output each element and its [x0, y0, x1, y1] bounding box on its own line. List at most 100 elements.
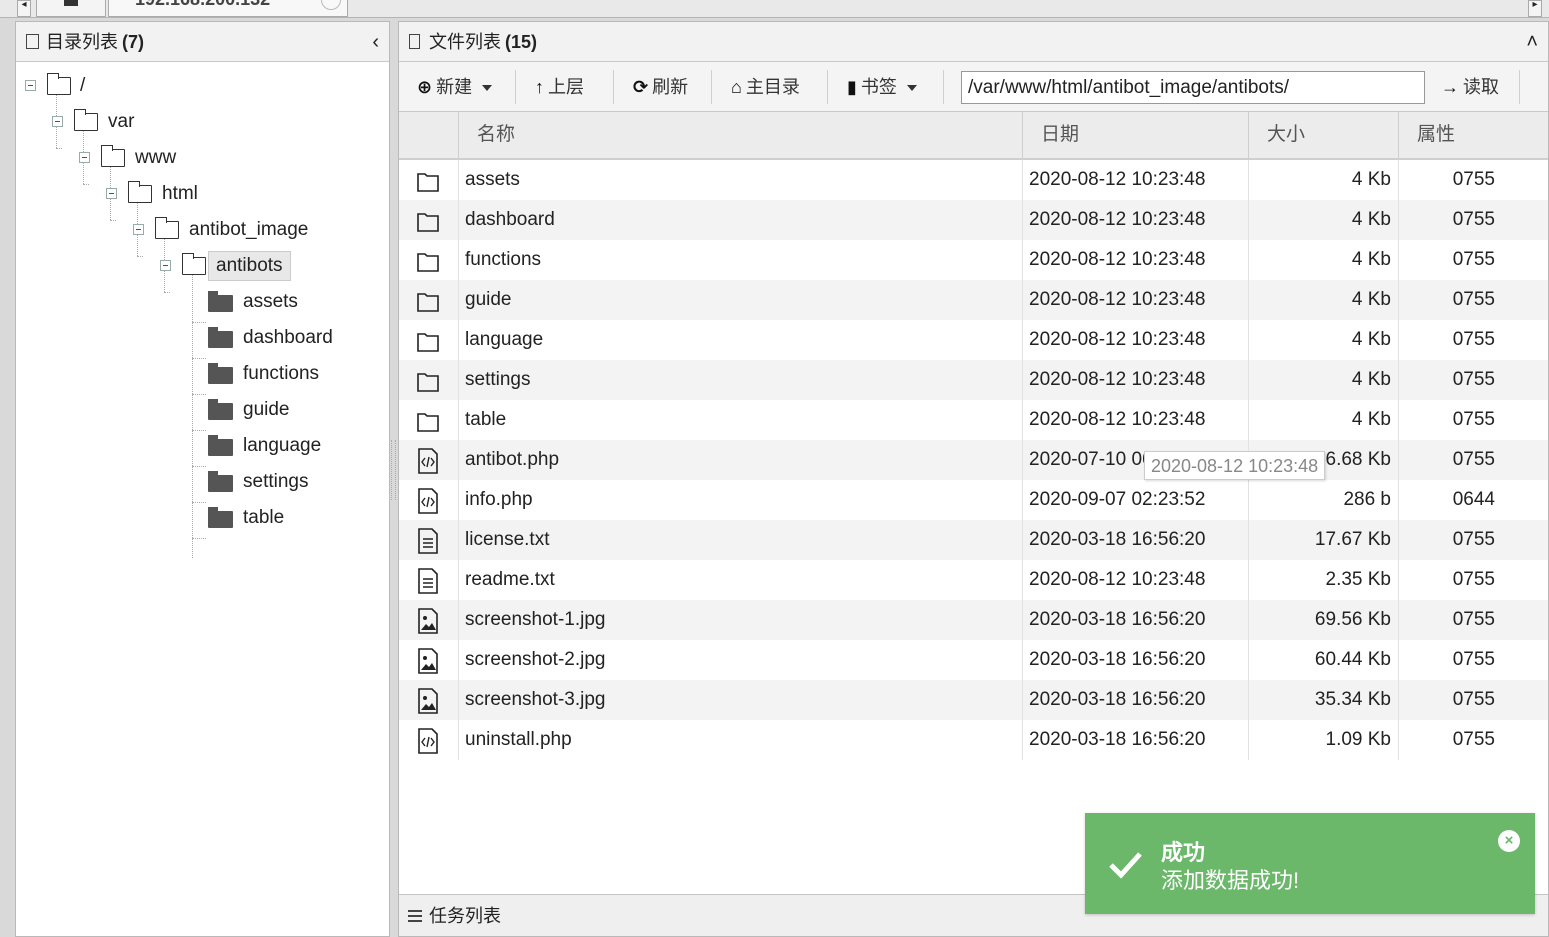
file-name[interactable]: screenshot-3.jpg: [465, 680, 605, 720]
tree-child-label: functions: [243, 363, 320, 384]
file-name[interactable]: screenshot-1.jpg: [465, 600, 605, 640]
file-row[interactable]: table 2020-08-12 10:23:48 4 Kb 0755: [399, 400, 1548, 440]
file-size: 4 Kb: [1351, 289, 1391, 310]
new-button[interactable]: ⊕ 新建: [417, 62, 493, 112]
tree-collapse-icon[interactable]: [106, 188, 117, 199]
folder-open-icon: [100, 145, 125, 167]
file-date: 2020-08-12 10:23:48: [1029, 329, 1206, 350]
tab-home[interactable]: [36, 0, 106, 17]
file-name[interactable]: antibot.php: [465, 440, 559, 480]
folder-outline-icon: [26, 34, 39, 49]
file-icon-cell: [399, 680, 459, 720]
file-name[interactable]: table: [465, 400, 506, 440]
file-row[interactable]: language 2020-08-12 10:23:48 4 Kb 0755: [399, 320, 1548, 360]
tab-scroll-right-button[interactable]: ▸: [1528, 0, 1542, 17]
file-name[interactable]: language: [465, 320, 543, 360]
file-name[interactable]: license.txt: [465, 520, 549, 560]
task-list-title: 任务列表: [429, 906, 501, 926]
file-name[interactable]: readme.txt: [465, 560, 555, 600]
file-name[interactable]: functions: [465, 240, 541, 280]
collapse-left-icon[interactable]: ‹: [372, 22, 379, 62]
file-row[interactable]: screenshot-3.jpg 2020-03-18 16:56:20 35.34…: [399, 680, 1548, 720]
file-panel-title: 文件列表: [429, 32, 501, 52]
file-row[interactable]: uninstall.php 2020-03-18 16:56:20 1.09 Kb 0…: [399, 720, 1548, 760]
file-date: 2020-08-12 10:23:48: [1029, 209, 1206, 230]
directory-tree: / var www html antibot_image antibots as…: [16, 62, 389, 932]
path-input[interactable]: [961, 71, 1425, 104]
folder-open-icon: [154, 217, 179, 239]
folder-open-icon: [181, 253, 206, 275]
file-size: 4 Kb: [1351, 209, 1391, 230]
tab-close-icon[interactable]: [321, 0, 341, 10]
file-row[interactable]: info.php 2020-09-07 02:23:52 286 b 0644: [399, 480, 1548, 520]
caret-down-icon: [906, 85, 917, 92]
toast-close-icon[interactable]: ×: [1498, 830, 1520, 852]
file-name[interactable]: settings: [465, 360, 530, 400]
home-button[interactable]: ⌂ 主目录: [731, 62, 800, 112]
code-file-icon: [417, 488, 439, 514]
column-header-size[interactable]: 大小: [1248, 112, 1398, 158]
file-size: 60.44 Kb: [1314, 649, 1391, 670]
file-row[interactable]: guide 2020-08-12 10:23:48 4 Kb 0755: [399, 280, 1548, 320]
file-attr: 0755: [1452, 449, 1495, 470]
column-header-name[interactable]: 名称: [458, 112, 1022, 158]
column-header-date[interactable]: 日期: [1022, 112, 1248, 158]
tree-label-var: var: [108, 111, 135, 132]
file-row[interactable]: license.txt 2020-03-18 16:56:20 17.67 Kb 07…: [399, 520, 1548, 560]
file-name[interactable]: guide: [465, 280, 512, 320]
read-button[interactable]: → 读取: [1441, 62, 1499, 112]
file-row[interactable]: dashboard 2020-08-12 10:23:48 4 Kb 0755: [399, 200, 1548, 240]
file-name[interactable]: screenshot-2.jpg: [465, 640, 605, 680]
tree-collapse-icon[interactable]: [133, 224, 144, 235]
toast-message: 添加数据成功!: [1161, 868, 1300, 893]
tree-label-antibot-image: antibot_image: [189, 219, 309, 240]
file-attr: 0755: [1452, 529, 1495, 550]
success-toast: 成功 添加数据成功! ×: [1085, 813, 1535, 914]
checkmark-icon: [1109, 852, 1142, 879]
up-button[interactable]: ↑ 上层: [535, 62, 584, 112]
file-count: (15): [505, 32, 538, 52]
tree-label-html: html: [162, 183, 198, 204]
file-size: 4 Kb: [1351, 169, 1391, 190]
refresh-button[interactable]: ⟳ 刷新: [633, 62, 688, 112]
tree-label-root: /: [80, 75, 86, 96]
tree-collapse-icon[interactable]: [25, 80, 36, 91]
file-name[interactable]: info.php: [465, 480, 533, 520]
tree-label-www: www: [135, 147, 177, 168]
column-header-attr[interactable]: 属性: [1398, 112, 1548, 158]
panel-splitter-handle[interactable]: [391, 440, 396, 500]
collapse-up-icon[interactable]: ˄: [1526, 22, 1538, 62]
file-icon-cell: [399, 560, 459, 600]
file-size: 4 Kb: [1351, 329, 1391, 350]
file-date: 2020-08-12 10:23:48: [1029, 289, 1206, 310]
bookmark-button[interactable]: ▮ 书签: [847, 62, 917, 112]
file-outline-icon: [409, 34, 420, 49]
tree-collapse-icon[interactable]: [79, 152, 90, 163]
file-date: 2020-08-12 10:23:48: [1029, 569, 1206, 590]
file-name[interactable]: dashboard: [465, 200, 555, 240]
file-name[interactable]: assets: [465, 160, 520, 200]
file-row[interactable]: assets 2020-08-12 10:23:48 4 Kb 0755: [399, 160, 1548, 200]
file-date: 2020-08-12 10:23:48: [1029, 409, 1206, 430]
file-row[interactable]: functions 2020-08-12 10:23:48 4 Kb 0755: [399, 240, 1548, 280]
file-row[interactable]: antibot.php 2020-07-10 06:37:54 6.68 Kb 075…: [399, 440, 1548, 480]
tab-server[interactable]: 192.168.200.132: [108, 0, 348, 17]
file-attr: 0755: [1452, 249, 1495, 270]
tree-collapse-icon[interactable]: [160, 260, 171, 271]
file-row[interactable]: screenshot-1.jpg 2020-03-18 16:56:20 69.56…: [399, 600, 1548, 640]
home-button-label: 主目录: [745, 77, 800, 97]
code-file-icon: [417, 728, 439, 754]
file-name[interactable]: uninstall.php: [465, 720, 572, 760]
file-row[interactable]: readme.txt 2020-08-12 10:23:48 2.35 Kb 0755: [399, 560, 1548, 600]
file-attr: 0755: [1452, 609, 1495, 630]
tab-scroll-left-button[interactable]: ◂: [17, 0, 31, 17]
directory-panel-header: 目录列表 (7) ‹: [16, 22, 389, 62]
file-icon-cell: [399, 360, 459, 400]
file-size: 35.34 Kb: [1314, 689, 1391, 710]
caret-down-icon: [482, 85, 493, 92]
file-row[interactable]: screenshot-2.jpg 2020-03-18 16:56:20 60.44…: [399, 640, 1548, 680]
file-row[interactable]: settings 2020-08-12 10:23:48 4 Kb 0755: [399, 360, 1548, 400]
folder-icon: [417, 288, 439, 314]
tree-collapse-icon[interactable]: [52, 116, 63, 127]
file-attr: 0755: [1452, 329, 1495, 350]
